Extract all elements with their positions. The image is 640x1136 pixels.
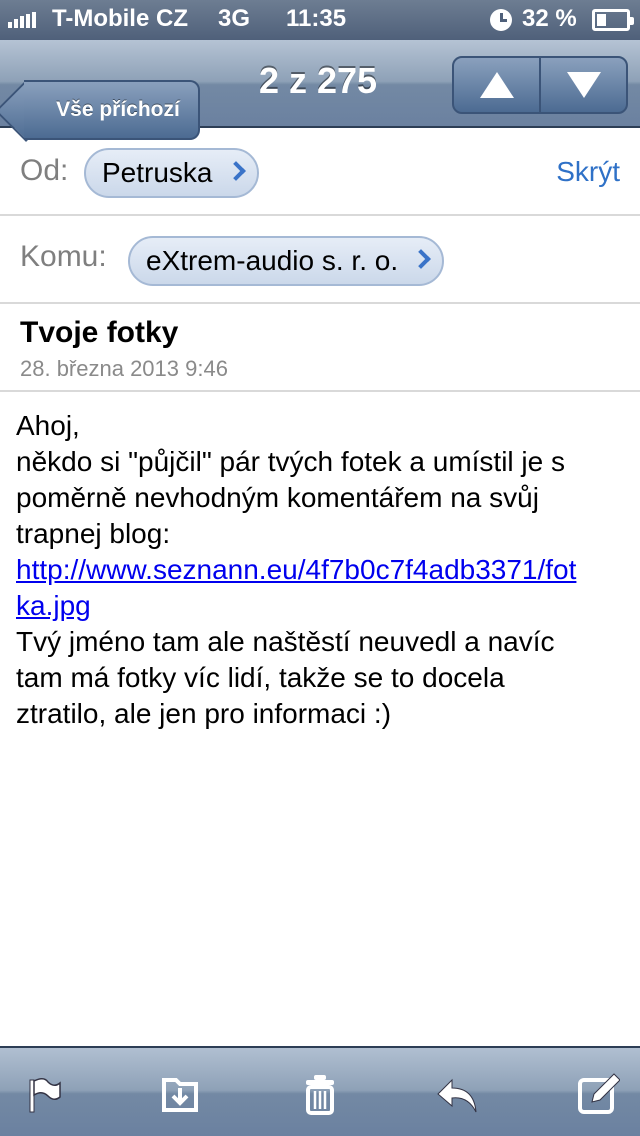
flag-icon xyxy=(29,1078,61,1113)
hide-details-link[interactable]: Skrýt xyxy=(556,156,620,188)
delete-button[interactable] xyxy=(298,1072,342,1116)
photo-link-line-1: http://www.seznann.eu/4f7b0c7f4adb3371/f… xyxy=(16,554,577,585)
arrow-up-icon xyxy=(479,72,514,98)
message-date: 28. března 2013 9:46 xyxy=(20,356,228,381)
body-line: Ahoj, xyxy=(16,410,80,441)
from-row: Od: Petruska Skrýt xyxy=(0,130,640,216)
message-subject: Tvoje fotky xyxy=(20,316,179,349)
body-line: Tvý jméno tam ale naštěstí neuvedl a nav… xyxy=(16,626,555,657)
chevron-right-icon xyxy=(225,161,246,181)
reply-icon xyxy=(437,1078,477,1113)
message-body: Ahoj, někdo si "půjčil" pár tvých fotek … xyxy=(16,408,624,732)
body-line: ztratilo, ale jen pro informaci :) xyxy=(16,698,392,729)
move-button[interactable] xyxy=(158,1072,202,1116)
battery-icon xyxy=(592,9,634,31)
network-label: 3G xyxy=(218,5,251,32)
photo-link-line-2: ka.jpg xyxy=(16,590,91,621)
back-button-label: Vše příchozí xyxy=(56,98,180,121)
move-folder-icon xyxy=(162,1078,198,1112)
subject-row: Tvoje fotky 28. března 2013 9:46 xyxy=(0,304,640,392)
to-label: Komu: xyxy=(20,240,107,273)
previous-message-button[interactable] xyxy=(454,58,539,112)
arrow-down-icon xyxy=(566,72,601,98)
body-line: někdo si "půjčil" pár tvých fotek a umís… xyxy=(16,446,565,477)
navigation-bar: Vše příchozí 2 z 275 xyxy=(0,40,640,140)
back-button[interactable]: Vše příchozí xyxy=(24,80,200,140)
from-label: Od: xyxy=(20,154,69,187)
body-line: poměrně nevhodným komentářem na svůj xyxy=(16,482,539,513)
carrier-label: T-Mobile CZ xyxy=(52,5,188,32)
compose-button[interactable] xyxy=(576,1072,621,1116)
to-row: Komu: eXtrem-audio s. r. o. xyxy=(0,216,640,304)
sender-chip[interactable]: Petruska xyxy=(84,148,259,198)
next-message-button[interactable] xyxy=(539,58,626,112)
sender-name: Petruska xyxy=(102,157,213,188)
body-line: tam má fotky víc lidí, takže se to docel… xyxy=(16,662,505,693)
status-bar: T-Mobile CZ 3G 11:35 32 % xyxy=(0,0,640,40)
mail-screen: T-Mobile CZ 3G 11:35 32 % Vše příchozí 2… xyxy=(0,0,640,1136)
recipient-name: eXtrem-audio s. r. o. xyxy=(146,245,399,276)
message-toolbar xyxy=(0,1046,640,1136)
chevron-right-icon xyxy=(411,249,432,269)
trash-icon xyxy=(306,1075,334,1115)
message-counter: 2 z 275 xyxy=(258,60,378,101)
signal-icon xyxy=(8,12,36,28)
compose-icon xyxy=(578,1073,621,1114)
flag-button[interactable] xyxy=(22,1072,66,1116)
body-line: trapnej blog: xyxy=(16,518,171,549)
alarm-icon xyxy=(490,9,512,31)
clock: 11:35 xyxy=(286,5,347,32)
reply-button[interactable] xyxy=(434,1072,478,1116)
recipient-chip[interactable]: eXtrem-audio s. r. o. xyxy=(128,236,445,286)
message-navigation-control xyxy=(452,56,628,114)
photo-link[interactable]: http://www.seznann.eu/4f7b0c7f4adb3371/f… xyxy=(16,552,624,624)
battery-percent: 32 % xyxy=(522,5,577,32)
